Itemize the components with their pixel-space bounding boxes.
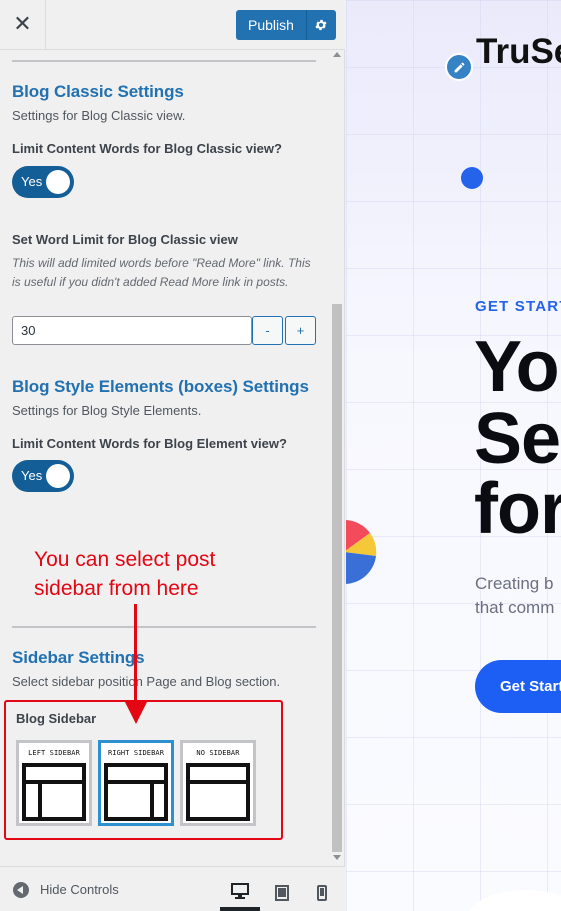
hero-heading-line: Yo xyxy=(474,327,560,407)
preview-desktop-button[interactable] xyxy=(220,875,260,911)
limit-classic-toggle[interactable]: Yes xyxy=(12,166,74,198)
layout-option-no-sidebar[interactable]: NO SIDEBAR xyxy=(180,740,256,826)
tablet-icon xyxy=(275,885,289,901)
customizer-panel: ✕ Publish Blog Classic Settings Settings… xyxy=(0,0,345,911)
word-limit-description: This will add limited words before "Read… xyxy=(12,256,311,289)
pie-chart-illustration xyxy=(346,520,377,584)
word-limit-label: Set Word Limit for Blog Classic view xyxy=(12,232,238,247)
layout-option-label: NO SIDEBAR xyxy=(196,749,240,757)
collapse-arrow-icon xyxy=(13,882,29,898)
section-divider xyxy=(12,60,316,62)
panel-scrollbar[interactable] xyxy=(330,50,344,866)
hero-subtext-line: that comm xyxy=(475,598,555,617)
scrollbar-thumb[interactable] xyxy=(332,304,342,852)
publish-group: Publish xyxy=(236,10,336,40)
edit-shortcut-button[interactable] xyxy=(445,53,473,81)
no-sidebar-layout-icon xyxy=(186,763,250,821)
hero-eyebrow: GET START xyxy=(475,298,561,315)
right-sidebar-layout-icon xyxy=(104,763,168,821)
section-title-sidebar: Sidebar Settings xyxy=(12,648,145,667)
hero-subtext-line: Creating b xyxy=(475,574,554,593)
scroll-up-arrow-icon[interactable] xyxy=(333,52,341,57)
customizer-footer: Hide Controls xyxy=(0,866,345,911)
desktop-icon xyxy=(231,883,249,899)
publish-button[interactable]: Publish xyxy=(236,10,306,40)
section-title-blog-classic: Blog Classic Settings xyxy=(12,82,184,101)
publish-settings-button[interactable] xyxy=(305,10,336,40)
customizer-header: ✕ Publish xyxy=(0,0,345,50)
limit-elements-toggle[interactable]: Yes xyxy=(12,460,74,492)
increment-button[interactable]: + xyxy=(285,316,316,345)
site-preview: TruSe GET START Yo Se for Creating b tha… xyxy=(346,0,561,911)
toggle-state-label: Yes xyxy=(21,468,43,483)
annotation-text: You can select post sidebar from here xyxy=(34,545,294,603)
close-button[interactable]: ✕ xyxy=(0,0,46,49)
annotation-line: sidebar from here xyxy=(34,577,199,600)
hide-controls-label: Hide Controls xyxy=(40,882,119,897)
limit-classic-label: Limit Content Words for Blog Classic vie… xyxy=(12,141,282,156)
toggle-state-label: Yes xyxy=(21,174,43,189)
annotation-line: You can select post xyxy=(34,548,216,571)
controls-scroll-area: Blog Classic Settings Settings for Blog … xyxy=(0,50,330,866)
hero-heading-line: for xyxy=(474,469,561,549)
layout-option-label: LEFT SIDEBAR xyxy=(28,749,80,757)
annotation-arrow-icon xyxy=(125,702,147,724)
section-desc-blog-elements: Settings for Blog Style Elements. xyxy=(12,403,202,418)
site-brand[interactable]: TruSe xyxy=(476,32,561,72)
layout-option-label: RIGHT SIDEBAR xyxy=(107,749,165,757)
toggle-knob xyxy=(46,170,70,194)
mobile-icon xyxy=(317,885,327,901)
blog-sidebar-label: Blog Sidebar xyxy=(16,711,97,726)
pencil-icon xyxy=(454,62,464,72)
annotation-arrow-shaft xyxy=(134,604,137,710)
word-limit-input[interactable]: 30 xyxy=(12,316,252,345)
decrement-button[interactable]: - xyxy=(252,316,283,345)
get-started-button[interactable]: Get Start xyxy=(475,660,561,713)
layout-option-left-sidebar[interactable]: LEFT SIDEBAR xyxy=(16,740,92,826)
gear-icon xyxy=(315,19,327,31)
layout-option-right-sidebar[interactable]: RIGHT SIDEBAR xyxy=(98,740,174,826)
close-icon: ✕ xyxy=(13,12,32,37)
section-desc-sidebar: Select sidebar position Page and Blog se… xyxy=(12,674,281,689)
decorative-dot xyxy=(461,167,483,189)
left-sidebar-layout-icon xyxy=(22,763,86,821)
toggle-knob xyxy=(46,464,70,488)
preview-mobile-button[interactable] xyxy=(302,875,342,911)
limit-elements-label: Limit Content Words for Blog Element vie… xyxy=(12,436,287,451)
section-desc-blog-classic: Settings for Blog Classic view. xyxy=(12,108,186,123)
section-title-blog-elements: Blog Style Elements (boxes) Settings xyxy=(12,377,309,396)
preview-tablet-button[interactable] xyxy=(262,875,302,911)
decorative-shape xyxy=(466,890,561,911)
scroll-down-arrow-icon[interactable] xyxy=(333,855,341,860)
section-divider xyxy=(12,626,316,628)
